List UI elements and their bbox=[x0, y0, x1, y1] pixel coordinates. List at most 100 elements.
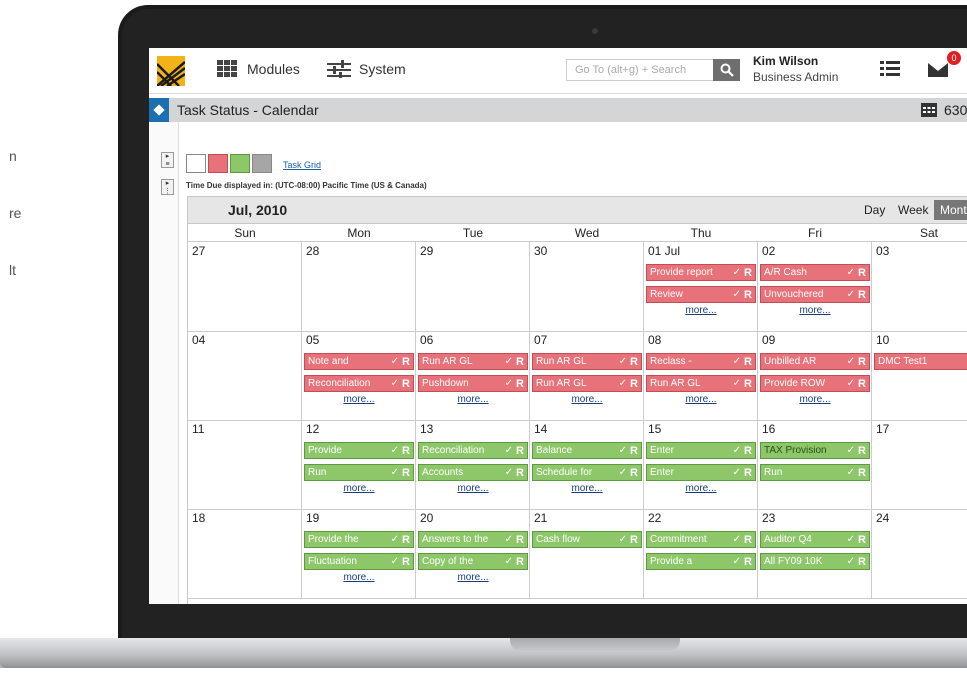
task-item[interactable]: Fluctuation ✓ R bbox=[304, 553, 414, 570]
calendar-day-cell[interactable]: 07 Run AR GL ✓ R Run AR GL ✓ Rmore... bbox=[530, 331, 644, 420]
calendar-day-cell[interactable]: 02 A/R Cash ✓ R Unvouchered ✓ Rmore... bbox=[758, 242, 872, 331]
calendar-day-cell[interactable]: 14 Balance ✓ R Schedule for ✓ Rmore... bbox=[530, 420, 644, 509]
calendar-day-cell[interactable]: 13 Reconciliation ✓ R Accounts ✓ Rmore... bbox=[416, 420, 530, 509]
camera-icon bbox=[592, 28, 598, 34]
calendar-day-cell[interactable]: 16 TAX Provision ✓ R Run ✓ R bbox=[758, 420, 872, 509]
task-item[interactable]: Copy of the ✓ R bbox=[418, 553, 528, 570]
task-item[interactable]: Auditor Q4 ✓ R bbox=[760, 531, 870, 548]
more-link[interactable]: more... bbox=[302, 572, 416, 583]
search-button[interactable] bbox=[713, 59, 740, 81]
calendar-day-cell[interactable]: 15 Enter ✓ R Enter ✓ Rmore... bbox=[644, 420, 758, 509]
task-item[interactable]: Answers to the ✓ R bbox=[418, 531, 528, 548]
calendar-day-cell[interactable]: 17 bbox=[872, 420, 967, 509]
more-link[interactable]: more... bbox=[530, 483, 644, 494]
more-link[interactable]: more... bbox=[758, 305, 872, 316]
task-item[interactable]: Reconciliation ✓ R bbox=[418, 442, 528, 459]
modules-menu[interactable]: Modules bbox=[217, 60, 300, 78]
task-item[interactable]: Provide report ✓ R bbox=[646, 264, 756, 281]
task-item[interactable]: Run AR GL ✓ R bbox=[418, 353, 528, 370]
task-item[interactable]: Balance ✓ R bbox=[532, 442, 642, 459]
search-input[interactable]: Go To (alt+g) + Search bbox=[566, 59, 713, 81]
task-item[interactable]: Accounts ✓ R bbox=[418, 464, 528, 481]
view-day-button[interactable]: Day bbox=[864, 203, 885, 217]
calendar-day-cell[interactable]: 30 bbox=[530, 242, 644, 331]
check-icon: ✓ bbox=[390, 378, 399, 389]
calendar-day-cell[interactable]: 27 bbox=[188, 242, 302, 331]
view-month-button[interactable]: Month bbox=[934, 200, 967, 220]
task-item[interactable]: Provide the ✓ R bbox=[304, 531, 414, 548]
calendar-day-cell[interactable]: 22 Commitment ✓ R Provide a ✓ R bbox=[644, 509, 758, 598]
more-link[interactable]: more... bbox=[644, 394, 758, 405]
user-name[interactable]: Kim Wilson bbox=[753, 54, 818, 68]
task-item[interactable]: Enter ✓ R bbox=[646, 464, 756, 481]
calendar-day-cell[interactable]: 23 Auditor Q4 ✓ R All FY09 10K ✓ R bbox=[758, 509, 872, 598]
system-menu[interactable]: System bbox=[327, 60, 406, 78]
calendar-day-cell[interactable]: 21 Cash flow ✓ R bbox=[530, 509, 644, 598]
modules-label: Modules bbox=[247, 61, 300, 77]
side-text: n re lt bbox=[0, 0, 40, 673]
check-icon: ✓ bbox=[504, 378, 513, 389]
calendar-day-cell[interactable]: 10 DMC Test1 bbox=[872, 331, 967, 420]
expand-filter-button[interactable]: ▸ ⋮ bbox=[161, 179, 174, 195]
more-link[interactable]: more... bbox=[416, 572, 530, 583]
task-item[interactable]: A/R Cash ✓ R bbox=[760, 264, 870, 281]
more-link[interactable]: more... bbox=[758, 394, 872, 405]
calendar-icon[interactable] bbox=[921, 102, 937, 117]
day-number: 09 bbox=[762, 333, 776, 347]
check-icon: ✓ bbox=[618, 445, 627, 456]
task-item[interactable]: Note and ✓ R bbox=[304, 353, 414, 370]
more-link[interactable]: more... bbox=[644, 483, 758, 494]
task-item[interactable]: Provide ✓ R bbox=[304, 442, 414, 459]
task-item[interactable]: Provide a ✓ R bbox=[646, 553, 756, 570]
task-item[interactable]: All FY09 10K ✓ R bbox=[760, 553, 870, 570]
calendar-day-cell[interactable]: 12 Provide ✓ R Run ✓ Rmore... bbox=[302, 420, 416, 509]
task-item[interactable]: Unbilled AR ✓ R bbox=[760, 353, 870, 370]
calendar-day-cell[interactable]: 03 bbox=[872, 242, 967, 331]
calendar-day-cell[interactable]: 18 bbox=[188, 509, 302, 598]
calendar-day-cell[interactable]: 08 Reclass - ✓ R Run AR GL ✓ Rmore... bbox=[644, 331, 758, 420]
weekday-sat: Sat bbox=[919, 226, 938, 240]
more-link[interactable]: more... bbox=[416, 483, 530, 494]
check-icon: ✓ bbox=[390, 356, 399, 367]
task-item[interactable]: Enter ✓ R bbox=[646, 442, 756, 459]
more-link[interactable]: more... bbox=[530, 394, 644, 405]
task-item[interactable]: Schedule for ✓ R bbox=[532, 464, 642, 481]
more-link[interactable]: more... bbox=[302, 394, 416, 405]
task-label: Copy of the bbox=[422, 556, 474, 567]
calendar-day-cell[interactable]: 09 Unbilled AR ✓ R Provide ROW ✓ R more... bbox=[758, 331, 872, 420]
task-item[interactable]: Run AR GL ✓ R bbox=[532, 375, 642, 392]
task-item[interactable]: Run AR GL ✓ R bbox=[646, 375, 756, 392]
task-item[interactable]: Pushdown ✓ R bbox=[418, 375, 528, 392]
task-item[interactable]: Reconciliation ✓ R bbox=[304, 375, 414, 392]
calendar-day-cell[interactable]: 06 Run AR GL ✓ R Pushdown ✓ Rmore... bbox=[416, 331, 530, 420]
task-item[interactable]: Run AR GL ✓ R bbox=[532, 353, 642, 370]
expand-panel-button[interactable]: ▸ ≡ bbox=[161, 152, 174, 168]
calendar-day-cell[interactable]: 20 Answers to the ✓ R Copy of the ✓ Rmore... bbox=[416, 509, 530, 598]
mail-icon[interactable] bbox=[927, 60, 949, 78]
review-r-icon: R bbox=[630, 467, 638, 479]
calendar-day-cell[interactable]: 01 Jul Provide report ✓ R Review ✓ Rmore... bbox=[644, 242, 758, 331]
calendar-day-cell[interactable]: 29 bbox=[416, 242, 530, 331]
calendar-day-cell[interactable]: 04 bbox=[188, 331, 302, 420]
task-item[interactable]: Cash flow ✓ R bbox=[532, 531, 642, 548]
task-item[interactable]: TAX Provision ✓ R bbox=[760, 442, 870, 459]
calendar-day-cell[interactable]: 19 Provide the ✓ R Fluctuation ✓ Rmore... bbox=[302, 509, 416, 598]
more-link[interactable]: more... bbox=[416, 394, 530, 405]
calendar-day-cell[interactable]: 05 Note and ✓ R Reconciliation ✓ Rmore... bbox=[302, 331, 416, 420]
task-item[interactable]: Run ✓ R bbox=[304, 464, 414, 481]
calendar-day-cell[interactable]: 28 bbox=[302, 242, 416, 331]
task-item[interactable]: Reclass - ✓ R bbox=[646, 353, 756, 370]
task-item[interactable]: Provide ROW ✓ R bbox=[760, 375, 870, 392]
calendar-day-cell[interactable]: 24 bbox=[872, 509, 967, 598]
task-item[interactable]: Unvouchered ✓ R bbox=[760, 286, 870, 303]
task-item[interactable]: DMC Test1 bbox=[874, 353, 967, 370]
view-week-button[interactable]: Week bbox=[898, 203, 928, 217]
more-link[interactable]: more... bbox=[302, 483, 416, 494]
task-grid-link[interactable]: Task Grid bbox=[283, 160, 321, 170]
list-icon[interactable] bbox=[880, 60, 900, 78]
task-item[interactable]: Commitment ✓ R bbox=[646, 531, 756, 548]
task-item[interactable]: Run ✓ R bbox=[760, 464, 870, 481]
calendar-day-cell[interactable]: 11 bbox=[188, 420, 302, 509]
more-link[interactable]: more... bbox=[644, 305, 758, 316]
task-item[interactable]: Review ✓ R bbox=[646, 286, 756, 303]
